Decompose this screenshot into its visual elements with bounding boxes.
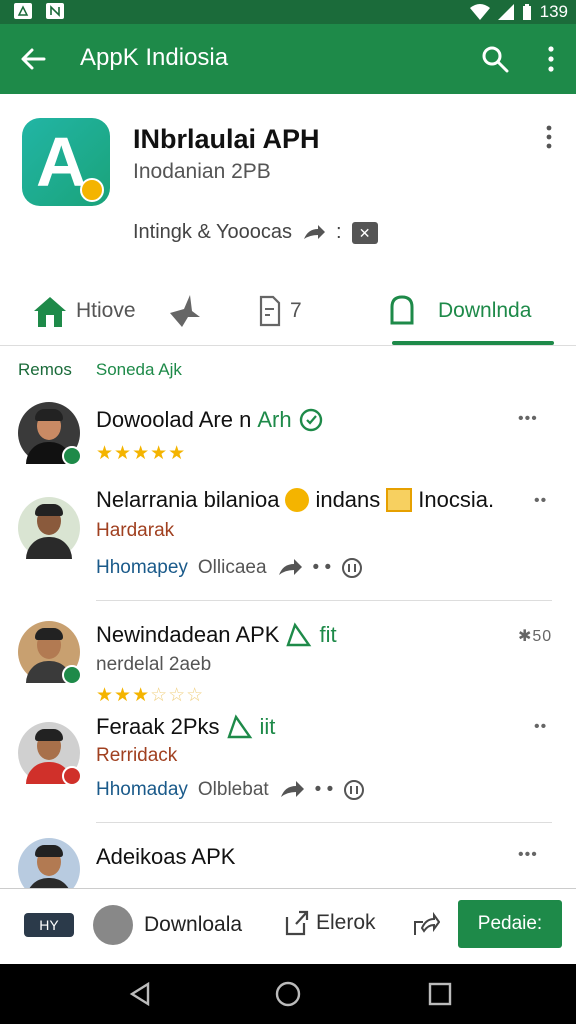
- flag-grid-icon: [386, 488, 413, 512]
- tab-bird[interactable]: [168, 286, 202, 336]
- app-bar: AppK Indiosia: [0, 24, 576, 94]
- primary-action-button[interactable]: Pedaie:: [458, 900, 562, 948]
- divider: [96, 600, 552, 601]
- avatar[interactable]: [18, 621, 82, 685]
- rating-stars: ★★★☆☆☆: [96, 685, 205, 706]
- nav-home-icon[interactable]: [274, 980, 302, 1008]
- avatar[interactable]: [18, 497, 80, 559]
- tab-bar: Htiove 7 Downlnda: [0, 280, 576, 346]
- system-nav-bar: [0, 964, 576, 1024]
- bolt-badge-icon: [80, 178, 104, 202]
- hy-badge[interactable]: HY: [24, 913, 74, 937]
- list-item-title[interactable]: Dowoolad Are n Arh: [96, 407, 324, 433]
- app-logo-letter: A: [36, 123, 87, 201]
- separator: :: [336, 221, 342, 243]
- cellular-icon: [497, 4, 514, 20]
- bell-icon: [390, 295, 414, 325]
- app-meta-text: Intingk & Yooocas: [133, 221, 293, 243]
- tab-document[interactable]: 7: [258, 286, 302, 336]
- divider: [96, 822, 552, 823]
- app-name: INbrlaulai APH: [133, 124, 320, 154]
- battery-icon: [522, 4, 531, 20]
- share-icon[interactable]: [412, 911, 440, 939]
- list-item-title[interactable]: Newindadean APK fit: [96, 622, 337, 648]
- home-icon: [34, 297, 66, 327]
- list-item-title[interactable]: Nelarrania bilanioa indans Inocsia.: [96, 487, 494, 513]
- list-item-title[interactable]: Adeikoas APK: [96, 844, 235, 870]
- wifi-icon: [469, 4, 490, 20]
- item-subtitle: nerdelal 2aeb: [96, 654, 212, 675]
- section-label-reviews[interactable]: Remos: [18, 360, 72, 380]
- nav-back-icon[interactable]: [126, 980, 154, 1008]
- signal-n-icon: [46, 3, 64, 19]
- info-circle-icon[interactable]: [343, 779, 365, 801]
- avatar[interactable]: [93, 905, 133, 945]
- share-icon[interactable]: [277, 557, 303, 579]
- refresh-icon: [299, 408, 322, 432]
- item-menu[interactable]: ••: [534, 718, 547, 736]
- tab-home[interactable]: Htiove: [32, 286, 136, 336]
- app-logo: A: [22, 118, 110, 206]
- list-item-title[interactable]: Feraak 2Pks iit: [96, 714, 275, 740]
- tab-home-label: Htiove: [76, 299, 136, 322]
- back-arrow-icon[interactable]: [18, 44, 48, 74]
- edit-icon: [286, 622, 312, 647]
- item-menu[interactable]: •••: [518, 846, 538, 864]
- avatar[interactable]: [18, 402, 82, 466]
- item-menu[interactable]: •••: [518, 410, 538, 428]
- tab-download-label: Downlnda: [438, 299, 532, 322]
- overflow-menu-icon[interactable]: [544, 44, 558, 74]
- search-icon[interactable]: [480, 44, 510, 74]
- document-icon: [259, 295, 281, 327]
- emoji-icon: [285, 488, 310, 512]
- close-box-icon[interactable]: ✕: [351, 221, 378, 244]
- status-bar: 139: [0, 0, 576, 24]
- open-link-action[interactable]: Elerok: [284, 909, 376, 937]
- section-header: Remos Soneda Ajk: [18, 360, 182, 380]
- share-icon[interactable]: [302, 223, 326, 243]
- section-label-sorted[interactable]: Soneda Ajk: [96, 360, 182, 380]
- item-meta: Hhomaday Olblebat • •: [96, 779, 365, 801]
- item-link[interactable]: Rerridack: [96, 745, 177, 767]
- item-menu[interactable]: ••: [534, 492, 547, 510]
- item-link[interactable]: Hardarak: [96, 520, 174, 542]
- verified-badge-icon: [62, 665, 82, 685]
- item-menu[interactable]: ✱50: [518, 626, 552, 646]
- notification-icon: [14, 3, 32, 19]
- app-meta: Intingk & Yooocas : ✕: [133, 221, 378, 244]
- active-tab-indicator: [392, 341, 554, 345]
- header-more-icon[interactable]: [544, 124, 554, 150]
- info-circle-icon[interactable]: [341, 557, 363, 579]
- download-label[interactable]: Downloala: [144, 913, 242, 937]
- tab-download[interactable]: Downlnda: [388, 286, 531, 336]
- open-external-icon: [285, 910, 309, 936]
- alert-badge-icon: [62, 766, 82, 786]
- bird-icon: [170, 295, 200, 327]
- avatar[interactable]: [18, 722, 82, 786]
- verified-badge-icon: [62, 446, 82, 466]
- edit-icon: [226, 714, 252, 739]
- bottom-action-bar: HY Downloala Elerok Pedaie:: [0, 888, 576, 960]
- tab-document-label: 7: [290, 299, 302, 322]
- rating-stars: ★★★★★: [96, 443, 187, 464]
- app-subtitle: Inodanian 2PB: [133, 160, 271, 183]
- app-bar-title: AppK Indiosia: [80, 44, 229, 71]
- nav-recents-icon[interactable]: [426, 980, 454, 1008]
- share-icon[interactable]: [279, 779, 305, 801]
- status-time: 139: [539, 2, 568, 21]
- item-meta: Hhomapey Ollicaea • •: [96, 557, 363, 579]
